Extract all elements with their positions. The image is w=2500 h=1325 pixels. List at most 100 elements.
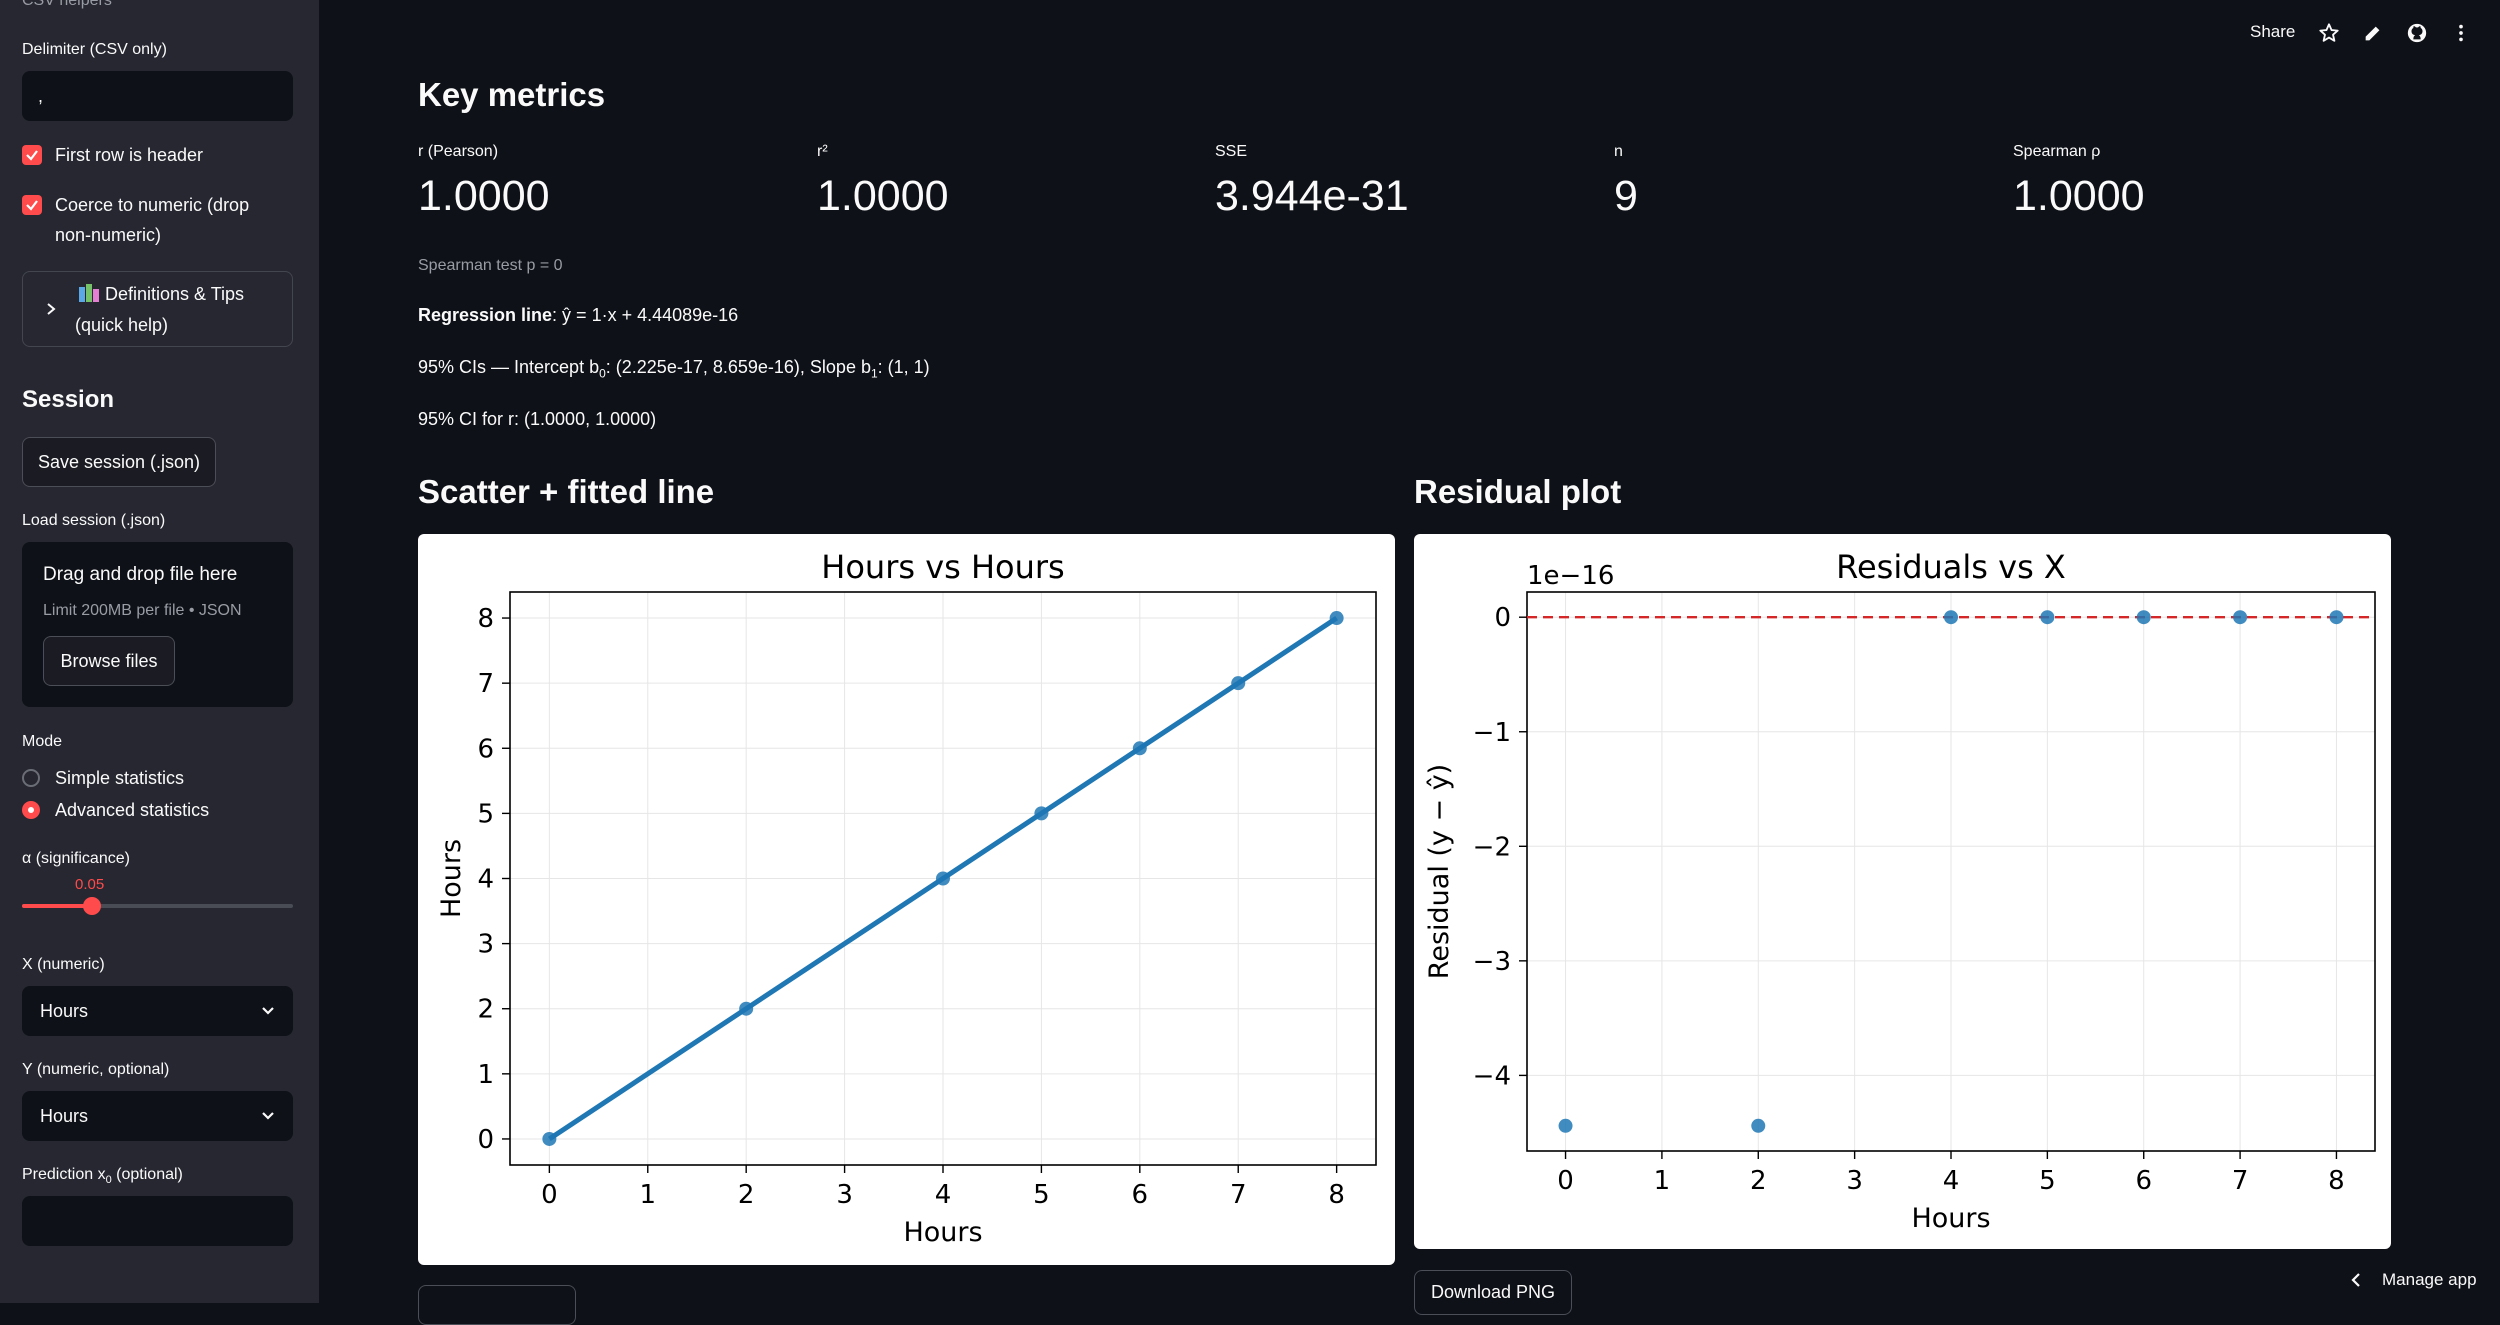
manage-app-button[interactable]: Manage app bbox=[2382, 1270, 2477, 1290]
metric-value-sse: 3.944e-31 bbox=[1215, 172, 1409, 220]
x-tick-label: 0 bbox=[541, 1180, 558, 1210]
scatter-chart: 0 1 2 3 4 5 6 7 8 0 1 2 3 4 5 6 7 8 Hours vs Hours Hours Hou… bbox=[436, 548, 1377, 1248]
file-dropzone[interactable]: Drag and drop file here Limit 200MB per … bbox=[22, 542, 293, 707]
load-session-label: Load session (.json) bbox=[22, 512, 166, 529]
coerce-numeric-checkbox[interactable] bbox=[22, 195, 42, 215]
y-axis-label: Residual (y − ŷ) bbox=[1424, 764, 1455, 979]
x-tick-label: 2 bbox=[738, 1180, 755, 1210]
radio-advanced-statistics[interactable] bbox=[22, 801, 40, 819]
data-point bbox=[1231, 676, 1246, 691]
data-point bbox=[2233, 610, 2248, 625]
alpha-value: 0.05 bbox=[75, 876, 105, 893]
definitions-subtitle: (quick help) bbox=[75, 315, 169, 335]
x-tick-label: 3 bbox=[1846, 1166, 1863, 1196]
star-icon[interactable] bbox=[2318, 22, 2340, 44]
alpha-slider-thumb[interactable] bbox=[83, 897, 101, 915]
metric-label-sse: SSE bbox=[1215, 143, 1248, 160]
coerce-numeric-label-line1: Coerce to numeric (drop bbox=[55, 195, 250, 215]
x-axis-label: Hours bbox=[903, 1217, 982, 1248]
x-tick-label: 0 bbox=[1557, 1166, 1574, 1196]
x-select-value: Hours bbox=[40, 1000, 89, 1021]
metric-label-spearman: Spearman ρ bbox=[2013, 143, 2101, 160]
ci-r-text: 95% CI for r: (1.0000, 1.0000) bbox=[418, 409, 657, 429]
x-axis-label: Hours bbox=[1911, 1203, 1990, 1234]
x-select[interactable]: Hours bbox=[22, 986, 293, 1036]
alpha-slider-track[interactable] bbox=[22, 904, 293, 908]
delimiter-value: , bbox=[38, 85, 44, 106]
y-tick-label: −3 bbox=[1473, 947, 1511, 977]
prediction-label: Prediction x0 (optional) bbox=[22, 1166, 183, 1187]
delimiter-label: Delimiter (CSV only) bbox=[22, 41, 167, 58]
edit-pencil-icon[interactable] bbox=[2362, 22, 2384, 44]
chart-title: Residuals vs X bbox=[1836, 548, 2066, 586]
x-tick-label: 2 bbox=[1750, 1166, 1767, 1196]
metric-value-spearman: 1.0000 bbox=[2013, 172, 2145, 220]
spearman-test-caption: Spearman test p = 0 bbox=[418, 257, 563, 274]
check-icon bbox=[26, 150, 38, 161]
data-point bbox=[1944, 610, 1958, 625]
x-tick-label: 7 bbox=[1230, 1180, 1247, 1210]
regression-line-text: Regression line: ŷ = 1·x + 4.44089e-16 bbox=[418, 305, 739, 325]
delimiter-input[interactable]: , bbox=[22, 71, 293, 121]
residual-heading: Residual plot bbox=[1414, 473, 1622, 510]
chevron-down-icon bbox=[262, 1007, 274, 1015]
x-tick-label: 4 bbox=[1943, 1166, 1960, 1196]
y-tick-label: 6 bbox=[477, 734, 494, 764]
data-point bbox=[2136, 610, 2151, 625]
session-heading: Session bbox=[22, 386, 115, 413]
y-select[interactable]: Hours bbox=[22, 1091, 293, 1141]
y-tick-label: 7 bbox=[477, 669, 494, 699]
download-png-button-residual[interactable]: Download PNG bbox=[1414, 1270, 1572, 1315]
sidebar: CSV helpers Delimiter (CSV only) , First… bbox=[0, 0, 319, 1303]
y-tick-label: 8 bbox=[477, 604, 494, 634]
x-tick-label: 6 bbox=[1132, 1180, 1149, 1210]
definitions-expander[interactable]: Definitions & Tips (quick help) bbox=[22, 271, 293, 347]
y-select-value: Hours bbox=[40, 1105, 89, 1126]
share-button[interactable]: Share bbox=[2250, 22, 2295, 42]
chevron-left-icon[interactable] bbox=[2350, 1272, 2362, 1288]
first-row-header-checkbox[interactable] bbox=[22, 145, 42, 165]
prediction-input[interactable] bbox=[22, 1196, 293, 1246]
y-tick-label: −2 bbox=[1473, 832, 1511, 862]
mode-label: Mode bbox=[22, 733, 63, 750]
radio-simple-statistics[interactable] bbox=[22, 769, 40, 787]
download-png-button-scatter[interactable] bbox=[418, 1285, 576, 1325]
github-icon[interactable] bbox=[2406, 22, 2428, 44]
data-point bbox=[1329, 611, 1344, 626]
chevron-down-icon bbox=[262, 1112, 274, 1120]
y-tick-label: −1 bbox=[1473, 718, 1511, 748]
more-vertical-icon[interactable] bbox=[2450, 22, 2472, 44]
scatter-heading: Scatter + fitted line bbox=[418, 473, 715, 510]
dropzone-title: Drag and drop file here bbox=[43, 564, 238, 585]
x-tick-label: 1 bbox=[639, 1180, 656, 1210]
residual-chart: 0 1 2 3 4 5 6 7 8 0 −1 −2 −3 −4 Residuals vs X Hours Res… bbox=[1424, 548, 2376, 1234]
definitions-title: Definitions & Tips bbox=[105, 284, 245, 304]
confidence-intervals-text: 95% CIs — Intercept b0: (2.225e-17, 8.65… bbox=[418, 357, 930, 381]
x-tick-label: 5 bbox=[2039, 1166, 2056, 1196]
y-tick-label: 2 bbox=[477, 995, 494, 1025]
books-icon bbox=[79, 284, 99, 302]
chart-title: Hours vs Hours bbox=[821, 548, 1064, 586]
data-point bbox=[1132, 741, 1147, 756]
residual-chart-card: 0 1 2 3 4 5 6 7 8 0 −1 −2 −3 −4 Residuals vs X Hours Res… bbox=[1414, 534, 2391, 1249]
data-point bbox=[1034, 806, 1049, 821]
x-tick-label: 3 bbox=[836, 1180, 853, 1210]
browse-files-button[interactable]: Browse files bbox=[43, 636, 175, 686]
check-icon bbox=[26, 200, 38, 211]
save-session-button[interactable]: Save session (.json) bbox=[22, 437, 216, 487]
data-point bbox=[1558, 1118, 1573, 1133]
metric-label-n: n bbox=[1614, 143, 1623, 160]
y-tick-label: 0 bbox=[477, 1125, 494, 1155]
x-tick-label: 8 bbox=[1328, 1180, 1345, 1210]
data-point bbox=[542, 1131, 557, 1146]
y-scale-label: 1e−16 bbox=[1527, 561, 1614, 591]
x-tick-label: 6 bbox=[2135, 1166, 2152, 1196]
radio-advanced-label: Advanced statistics bbox=[55, 800, 210, 820]
x-tick-label: 5 bbox=[1033, 1180, 1050, 1210]
scatter-chart-card: 0 1 2 3 4 5 6 7 8 0 1 2 3 4 5 6 7 8 Hours vs Hours Hours Hou… bbox=[418, 534, 1395, 1265]
y-tick-label: 0 bbox=[1494, 603, 1511, 633]
y-axis-label: Hours bbox=[436, 839, 467, 918]
metric-label-r-squared: r² bbox=[817, 143, 828, 160]
y-tick-label: 4 bbox=[477, 865, 494, 895]
coerce-numeric-label-line2: non-numeric) bbox=[55, 225, 162, 245]
